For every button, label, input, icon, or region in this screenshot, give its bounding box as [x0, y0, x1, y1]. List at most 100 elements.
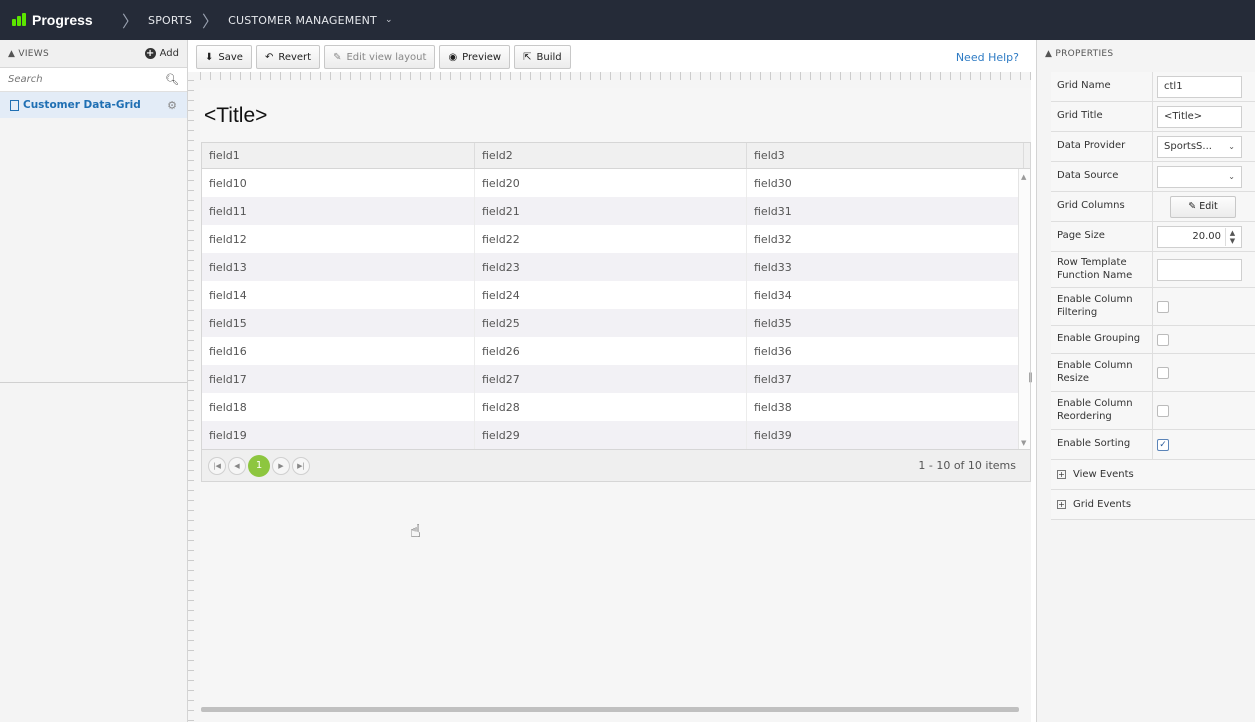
table-row[interactable]: field13 field23 field33 [202, 253, 1030, 281]
last-page-icon[interactable]: ▶| [292, 456, 310, 475]
properties-panel: ▲ PROPERTIES Grid Name ctl1 Grid Title <… [1036, 40, 1255, 722]
prop-row-grid-columns: Grid Columns ✎ Edit [1051, 192, 1255, 222]
page-size-value: 20.00 [1192, 231, 1221, 242]
horizontal-ruler [200, 72, 1031, 80]
table-row[interactable]: field15 field25 field35 [202, 309, 1030, 337]
table-row[interactable]: field16 field26 field36 [202, 337, 1030, 365]
table-cell: field25 [475, 309, 747, 337]
views-panel: ▲ VIEWS +Add 🔍︎ Customer Data-Grid ⚙ [0, 40, 188, 722]
grid-title[interactable]: <Title> [204, 104, 267, 128]
progress-logo[interactable]: Progress [0, 12, 112, 28]
add-view-button[interactable]: + Add [144, 48, 179, 59]
table-cell: field38 [747, 393, 1019, 421]
enable-column-filtering-checkbox[interactable] [1157, 300, 1169, 313]
views-toggle[interactable]: ▲ VIEWS [8, 49, 49, 59]
scroll-up-icon[interactable]: ▲ [1021, 173, 1026, 181]
table-cell: field32 [747, 225, 1019, 253]
table-cell: field26 [475, 337, 747, 365]
prop-row-page-size: Page Size 20.00 ▲ ▼ [1051, 222, 1255, 252]
breadcrumb-sports[interactable]: SPORTS [148, 14, 192, 27]
revert-icon: ↶ [264, 51, 274, 63]
table-cell: field22 [475, 225, 747, 253]
prop-label: Enable Column Resize [1051, 354, 1153, 391]
grid-body: field10 field20 field30 field11 field21 fiel… [202, 169, 1030, 449]
breadcrumb-customer-management[interactable]: CUSTOMER MANAGEMENT [228, 14, 377, 27]
table-cell: field21 [475, 197, 747, 225]
prop-row-row-template: Row Template Function Name [1051, 252, 1255, 288]
grid-vertical-scrollbar[interactable]: ▲ ▼ [1018, 169, 1030, 449]
column-header[interactable]: field1 [202, 143, 475, 168]
chevron-down-icon: ⌄ [1228, 142, 1235, 151]
table-cell: field39 [747, 421, 1019, 449]
build-button[interactable]: ⇱ Build [514, 45, 571, 69]
pager-info: 1 - 10 of 10 items [918, 459, 1016, 472]
table-row[interactable]: field14 field24 field34 [202, 281, 1030, 309]
view-item-customer-data-grid[interactable]: Customer Data-Grid ⚙ [0, 92, 187, 118]
prop-row-grid-name: Grid Name ctl1 [1051, 72, 1255, 102]
revert-label: Revert [278, 51, 312, 63]
page-number-button[interactable]: 1 [248, 454, 270, 477]
table-row[interactable]: field17 field27 field37 [202, 365, 1030, 393]
column-header[interactable]: field3 [747, 143, 1024, 168]
table-cell: field14 [202, 281, 475, 309]
table-cell: field19 [202, 421, 475, 449]
prop-row-sorting: Enable Sorting ✓ [1051, 430, 1255, 460]
canvas-horizontal-scrollbar[interactable] [201, 707, 1019, 712]
gear-icon[interactable]: ⚙ [167, 99, 177, 112]
panel-splitter-handle[interactable]: ‖ [1028, 372, 1033, 383]
prop-row-data-provider: Data Provider SportsS... ⌄ [1051, 132, 1255, 162]
prop-row-data-source: Data Source ⌄ [1051, 162, 1255, 192]
edit-view-layout-button[interactable]: ✎ Edit view layout [324, 45, 436, 69]
prop-label: Enable Column Reordering [1051, 392, 1153, 429]
prop-row-grid-title: Grid Title <Title> [1051, 102, 1255, 132]
table-cell: field13 [202, 253, 475, 281]
collapse-triangle-icon: ▲ [8, 48, 19, 59]
view-events-expander[interactable]: + View Events [1051, 460, 1255, 490]
table-row[interactable]: field10 field20 field30 [202, 169, 1030, 197]
enable-grouping-checkbox[interactable] [1157, 333, 1169, 346]
table-row[interactable]: field18 field28 field38 [202, 393, 1030, 421]
need-help-link[interactable]: Need Help? [956, 51, 1019, 64]
chevron-down-icon[interactable]: ⌄ [385, 15, 393, 25]
preview-label: Preview [462, 51, 502, 63]
table-cell: field31 [747, 197, 1019, 225]
scroll-down-icon[interactable]: ▼ [1021, 439, 1026, 447]
column-header[interactable]: field2 [475, 143, 747, 168]
search-input[interactable] [8, 74, 148, 85]
prop-label: Data Source [1051, 162, 1153, 191]
save-button[interactable]: ⬇ Save [196, 45, 252, 69]
view-events-label: View Events [1073, 469, 1134, 480]
data-grid[interactable]: field1 field2 field3 field10 field20 field… [201, 142, 1031, 482]
row-template-input[interactable] [1157, 258, 1242, 281]
prev-page-icon[interactable]: ◀ [228, 456, 246, 475]
table-cell: field15 [202, 309, 475, 337]
build-label: Build [536, 51, 562, 63]
grid-title-input[interactable]: <Title> [1157, 105, 1242, 128]
table-row[interactable]: field11 field21 field31 [202, 197, 1030, 225]
vertical-ruler [188, 80, 194, 722]
enable-sorting-checkbox[interactable]: ✓ [1157, 438, 1169, 451]
page-size-stepper[interactable]: 20.00 ▲ ▼ [1157, 225, 1242, 248]
data-provider-select[interactable]: SportsS... ⌄ [1157, 135, 1242, 158]
revert-button[interactable]: ↶ Revert [255, 45, 321, 69]
table-row[interactable]: field12 field22 field32 [202, 225, 1030, 253]
first-page-icon[interactable]: |◀ [208, 456, 226, 475]
prop-label: Data Provider [1051, 132, 1153, 161]
enable-column-reordering-checkbox[interactable] [1157, 404, 1169, 417]
prop-label: Enable Sorting [1051, 430, 1153, 459]
edit-columns-button[interactable]: ✎ Edit [1170, 195, 1236, 218]
properties-header[interactable]: ▲ PROPERTIES [1037, 40, 1255, 68]
next-page-icon[interactable]: ▶ [272, 456, 290, 475]
enable-column-resize-checkbox[interactable] [1157, 366, 1169, 379]
table-cell: field23 [475, 253, 747, 281]
data-source-select[interactable]: ⌄ [1157, 165, 1242, 188]
table-row[interactable]: field19 field29 field39 [202, 421, 1030, 449]
table-cell: field34 [747, 281, 1019, 309]
grid-events-expander[interactable]: + Grid Events [1051, 490, 1255, 520]
search-icon[interactable]: 🔍︎ [165, 73, 179, 86]
grid-name-input[interactable]: ctl1 [1157, 75, 1242, 98]
preview-button[interactable]: ◉ Preview [439, 45, 511, 69]
spin-arrows-icon[interactable]: ▲ ▼ [1225, 227, 1239, 246]
prop-row-column-filtering: Enable Column Filtering [1051, 288, 1255, 326]
table-cell: field20 [475, 169, 747, 197]
